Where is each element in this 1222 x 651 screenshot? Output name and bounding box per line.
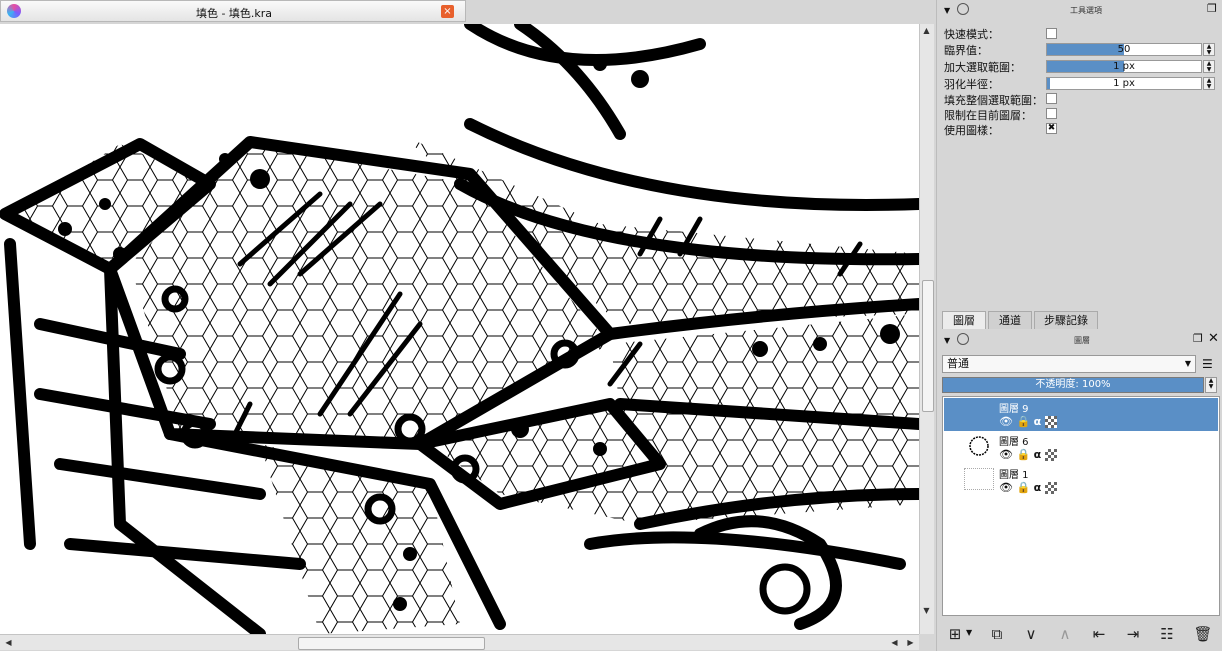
layer-thumbnail bbox=[964, 468, 994, 490]
alpha-lock-icon[interactable]: α bbox=[1034, 481, 1042, 494]
layer-list[interactable]: 圖層 9 👁 🔒 α 圖層 6 👁 🔒 α 圖層 1 👁 🔒 α bbox=[942, 396, 1220, 616]
document-title: 填色 - 填色.kra bbox=[195, 7, 273, 20]
layer-row-6[interactable]: 圖層 6 👁 🔒 α bbox=[944, 431, 1218, 464]
layer-row-9[interactable]: 圖層 9 👁 🔒 α bbox=[944, 398, 1218, 431]
opacity-spin-buttons[interactable]: ▲ ▼ bbox=[1205, 377, 1217, 393]
visibility-eye-icon[interactable]: 👁 bbox=[999, 415, 1013, 428]
threshold-slider[interactable]: 50 bbox=[1046, 43, 1202, 56]
tool-options-title: 工具選項 bbox=[1070, 6, 1102, 15]
limit-current-layer-label: 限制在目前圖層： bbox=[944, 109, 1032, 122]
layer-thumbnail bbox=[969, 436, 989, 456]
alpha-lock-icon[interactable]: α bbox=[1034, 415, 1042, 428]
fast-mode-checkbox[interactable] bbox=[1046, 28, 1057, 39]
limit-current-layer-checkbox[interactable] bbox=[1046, 108, 1057, 119]
use-pattern-label: 使用圖樣： bbox=[944, 124, 999, 137]
lock-icon[interactable]: 🔒 bbox=[1016, 448, 1030, 461]
layer-properties-icon[interactable]: ☰ bbox=[1202, 357, 1213, 371]
layer-row-1[interactable]: 圖層 1 👁 🔒 α bbox=[944, 464, 1218, 497]
layer-properties-sliders-icon[interactable]: ☷ bbox=[1156, 624, 1178, 644]
scroll-up-arrow-icon[interactable]: ▲ bbox=[920, 24, 933, 37]
feather-value: 1 px bbox=[1113, 78, 1135, 89]
tab-layers[interactable]: 圖層 bbox=[942, 311, 986, 329]
canvas-artwork bbox=[0, 24, 919, 634]
delete-layer-icon[interactable]: 🗑 bbox=[1192, 624, 1214, 644]
grow-selection-label: 加大選取範圍： bbox=[944, 61, 1021, 74]
move-layer-up-icon[interactable]: ∧ bbox=[1054, 624, 1076, 644]
scroll-left-arrow-icon-2[interactable]: ◀ bbox=[888, 636, 901, 649]
lock-icon[interactable]: 🔒 bbox=[1016, 415, 1030, 428]
layer-name: 圖層 9 bbox=[999, 404, 1029, 415]
threshold-label: 臨界值： bbox=[944, 44, 988, 57]
add-layer-menu-arrow-icon[interactable]: ▼ bbox=[966, 628, 972, 637]
move-layer-down-icon[interactable]: ∨ bbox=[1020, 624, 1042, 644]
close-document-button[interactable]: × bbox=[441, 5, 454, 18]
scroll-down-arrow-icon[interactable]: ▼ bbox=[920, 604, 933, 617]
feather-slider[interactable]: 1 px bbox=[1046, 77, 1202, 90]
float-docker-icon[interactable]: ❐ bbox=[1207, 2, 1217, 15]
fast-mode-label: 快速模式： bbox=[944, 28, 999, 41]
layers-close-docker-icon[interactable]: ✕ bbox=[1208, 331, 1219, 346]
scroll-left-arrow-icon[interactable]: ◀ bbox=[2, 636, 15, 649]
dropdown-arrow-icon: ▼ bbox=[1184, 359, 1191, 368]
add-layer-icon[interactable]: ⊞ bbox=[944, 624, 966, 644]
collapse-arrow-icon[interactable]: ▼ bbox=[944, 6, 950, 15]
tab-history[interactable]: 步驟記錄 bbox=[1034, 311, 1098, 329]
vertical-scroll-thumb[interactable] bbox=[922, 280, 934, 412]
inherit-alpha-icon[interactable] bbox=[1044, 482, 1057, 494]
outdent-layer-icon[interactable]: ⇤ bbox=[1088, 624, 1110, 644]
visibility-eye-icon[interactable]: 👁 bbox=[999, 448, 1013, 461]
layer-thumbnail bbox=[964, 402, 994, 424]
layers-float-docker-icon[interactable]: ❐ bbox=[1193, 332, 1203, 345]
visibility-eye-icon[interactable]: 👁 bbox=[999, 481, 1013, 494]
horizontal-scrollbar[interactable]: ◀ ◀ ▶ bbox=[0, 634, 919, 650]
opacity-value: 不透明度: 100% bbox=[1035, 379, 1111, 390]
layers-panel-title: 圖層 bbox=[1074, 336, 1090, 345]
feather-label: 羽化半徑： bbox=[944, 78, 999, 91]
threshold-spin-buttons[interactable]: ▲ ▼ bbox=[1203, 43, 1215, 56]
use-pattern-checkbox[interactable]: ✖ bbox=[1046, 123, 1057, 134]
document-title-bar: 填色 - 填色.kra × bbox=[0, 0, 466, 22]
layer-name: 圖層 1 bbox=[999, 470, 1029, 481]
vertical-scrollbar[interactable]: ▲ ▼ bbox=[919, 24, 934, 634]
layers-lock-docker-icon[interactable] bbox=[957, 333, 969, 345]
opacity-slider[interactable]: 不透明度: 100% bbox=[942, 377, 1204, 393]
layers-collapse-arrow-icon[interactable]: ▼ bbox=[944, 336, 950, 345]
feather-spin-buttons[interactable]: ▲ ▼ bbox=[1203, 77, 1215, 90]
blend-mode-select[interactable]: 普通 ▼ bbox=[942, 355, 1196, 373]
scroll-right-arrow-icon[interactable]: ▶ bbox=[904, 636, 917, 649]
lock-icon[interactable]: 🔒 bbox=[1016, 481, 1030, 494]
fill-entire-selection-label: 填充整個選取範圍： bbox=[944, 94, 1043, 107]
grow-selection-spin-buttons[interactable]: ▲ ▼ bbox=[1203, 60, 1215, 73]
inherit-alpha-icon[interactable] bbox=[1044, 416, 1057, 428]
layer-name: 圖層 6 bbox=[999, 437, 1029, 448]
alpha-lock-icon[interactable]: α bbox=[1034, 448, 1042, 461]
grow-selection-value: 1 px bbox=[1113, 61, 1135, 72]
grow-selection-slider[interactable]: 1 px bbox=[1046, 60, 1202, 73]
tab-channels[interactable]: 通道 bbox=[988, 311, 1032, 329]
horizontal-scroll-thumb[interactable] bbox=[298, 637, 485, 650]
blend-mode-value: 普通 bbox=[947, 357, 969, 370]
drawing-canvas[interactable] bbox=[0, 24, 919, 634]
lock-docker-icon[interactable] bbox=[957, 3, 969, 15]
fill-entire-selection-checkbox[interactable] bbox=[1046, 93, 1057, 104]
inherit-alpha-icon[interactable] bbox=[1044, 449, 1057, 461]
indent-layer-icon[interactable]: ⇥ bbox=[1122, 624, 1144, 644]
duplicate-layer-icon[interactable]: ⧉ bbox=[986, 624, 1008, 644]
threshold-value: 50 bbox=[1117, 44, 1131, 55]
